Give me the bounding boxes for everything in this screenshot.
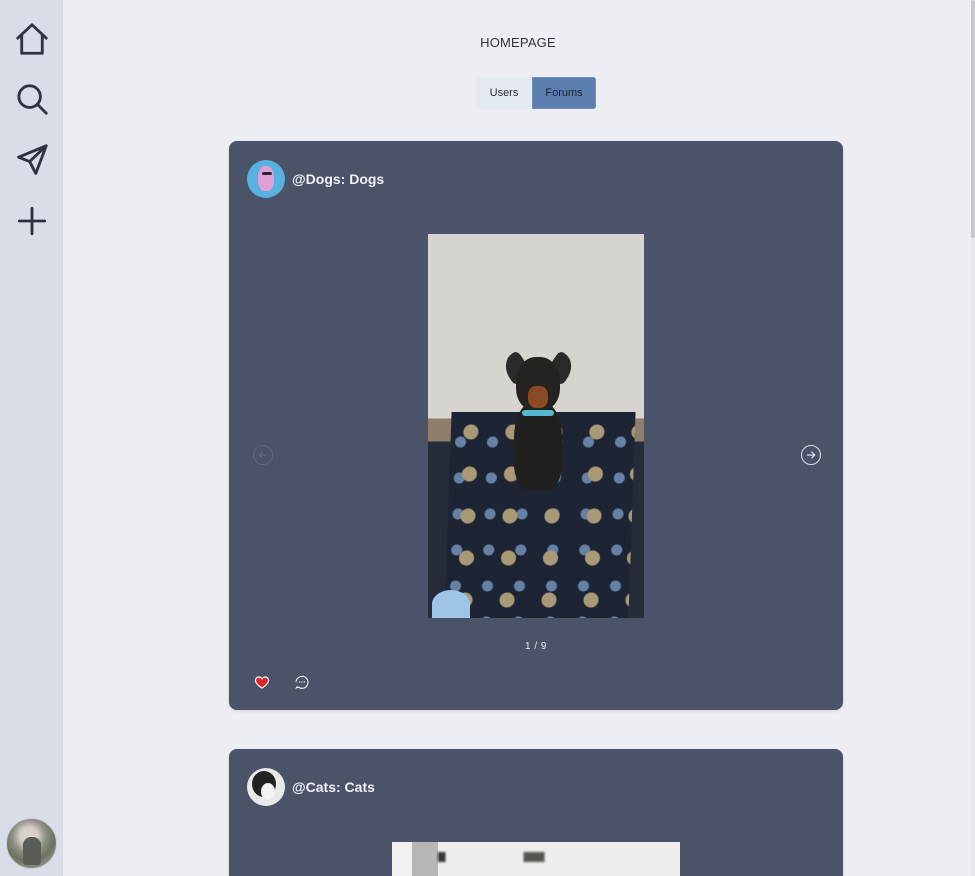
like-button[interactable] — [253, 673, 271, 691]
home-button[interactable] — [10, 17, 54, 61]
next-image-button[interactable] — [801, 445, 821, 465]
avatar[interactable] — [6, 818, 57, 869]
home-icon — [16, 23, 48, 55]
dog-image-subject — [498, 350, 579, 494]
scrollbar[interactable] — [971, 0, 975, 876]
sidebar — [0, 0, 63, 876]
previous-image-button[interactable] — [253, 445, 273, 465]
users-tab[interactable]: Users — [476, 77, 532, 109]
post-image — [428, 234, 644, 618]
forum-post-card: @Dogs: Dogs 1 / 9 — [229, 141, 843, 710]
forum-avatar[interactable] — [247, 768, 285, 806]
image-counter: 1 / 9 — [525, 641, 547, 652]
search-icon — [17, 84, 48, 115]
image-foreground-detail — [432, 590, 470, 618]
scrollbar-thumb[interactable] — [971, 0, 975, 238]
post-image — [392, 842, 680, 876]
comment-button[interactable] — [293, 673, 311, 691]
plus-icon — [17, 206, 47, 236]
forums-tab[interactable]: Forums — [532, 77, 596, 109]
send-icon — [17, 144, 48, 175]
forum-post-card: @Cats: Cats — [229, 749, 843, 876]
create-button[interactable] — [10, 199, 54, 243]
messages-button[interactable] — [10, 138, 54, 182]
post-header: @Dogs: Dogs — [247, 160, 384, 198]
comment-icon — [295, 675, 309, 689]
search-button[interactable] — [10, 77, 54, 121]
heart-icon — [254, 676, 270, 689]
page-title: HOMEPAGE — [480, 35, 556, 50]
view-toggle: Users Forums — [476, 77, 596, 109]
post-header: @Cats: Cats — [247, 768, 375, 806]
arrow-right-icon — [806, 451, 816, 459]
forum-name[interactable]: @Dogs: Dogs — [292, 171, 384, 187]
arrow-left-icon — [258, 451, 267, 459]
forum-name[interactable]: @Cats: Cats — [292, 779, 375, 795]
forum-avatar[interactable] — [247, 160, 285, 198]
